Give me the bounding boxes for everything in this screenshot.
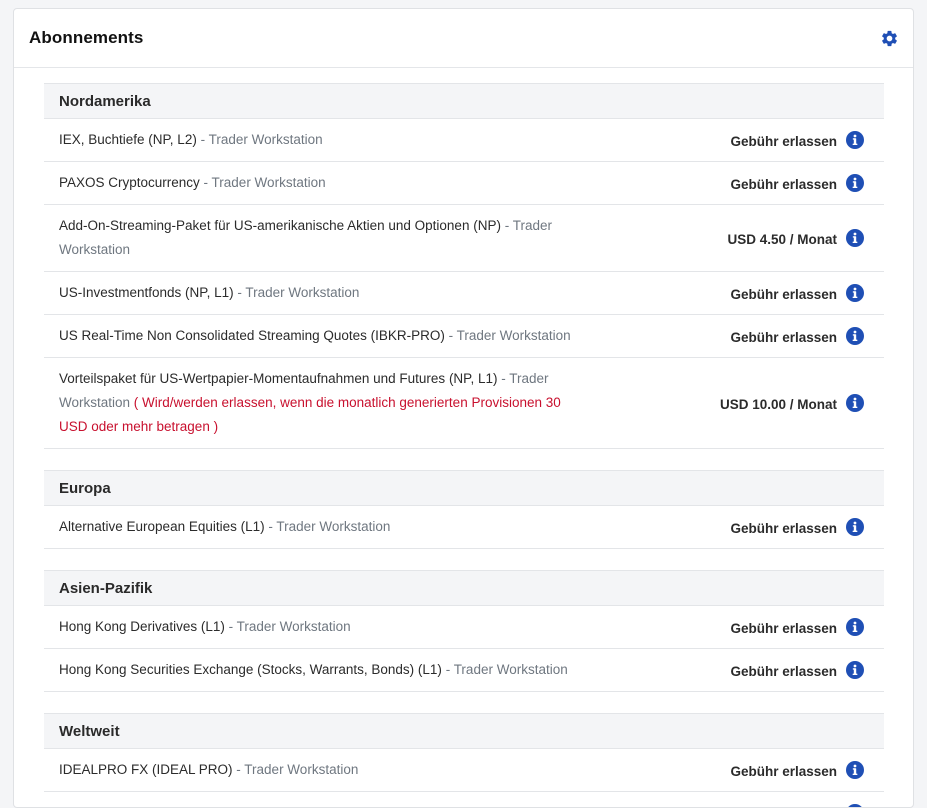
info-icon[interactable] (846, 174, 864, 192)
subscription-description: Vorteilspaket für US-Wertpapier-Momentau… (59, 367, 584, 439)
subscription-fee: Gebühr erlassen (730, 177, 837, 192)
info-icon[interactable] (846, 518, 864, 536)
fee-area: Gebühr erlassen (730, 518, 864, 536)
subscription-name: Hong Kong Derivatives (L1) (59, 619, 225, 634)
subscription-row: US Real-Time Non Consolidated Streaming … (44, 315, 884, 358)
section-header: Europa (44, 470, 884, 506)
subscription-platform: - Trader Workstation (225, 619, 351, 634)
subscription-platform: - Trader Workstation (234, 285, 360, 300)
fee-area: USD 10.00 / Monat (720, 394, 864, 412)
fee-area: Gebühr erlassen (730, 761, 864, 779)
subscription-note: ( Wird/werden erlassen, wenn die monatli… (59, 395, 561, 434)
info-icon[interactable] (846, 394, 864, 412)
section-header: Asien-Pazifik (44, 570, 884, 606)
subscription-fee: Gebühr erlassen (730, 521, 837, 536)
subscription-name: Hong Kong Securities Exchange (Stocks, W… (59, 662, 442, 677)
subscription-platform: - Trader Workstation (200, 175, 326, 190)
fee-area: USD 4.50 / Monat (727, 229, 864, 247)
info-icon[interactable] (846, 229, 864, 247)
fee-area: Gebühr erlassen (730, 661, 864, 679)
subscription-platform: - Trader Workstation (445, 328, 571, 343)
info-icon[interactable] (846, 761, 864, 779)
subscription-name: Vorteilspaket für US-Wertpapier-Momentau… (59, 371, 497, 386)
panel-title: Abonnements (29, 28, 143, 48)
subscription-fee: USD 10.00 / Monat (720, 397, 837, 412)
subscription-fee: Gebühr erlassen (730, 134, 837, 149)
subscription-name: US-Investmentfonds (NP, L1) (59, 285, 234, 300)
section-header: Nordamerika (44, 83, 884, 119)
info-icon[interactable] (846, 327, 864, 345)
subscription-fee: USD 4.50 / Monat (727, 232, 837, 247)
subscription-row: PAXOS Cryptocurrency - Trader Workstatio… (44, 162, 884, 205)
subscription-row: Alternative European Equities (L1) - Tra… (44, 506, 884, 549)
fee-area: Gebühr erlassen (730, 618, 864, 636)
subscription-description: Hong Kong Securities Exchange (Stocks, W… (59, 658, 584, 682)
subscription-description: Alternative European Equities (L1) - Tra… (59, 515, 584, 539)
section-header: Weltweit (44, 713, 884, 749)
info-icon[interactable] (846, 804, 864, 808)
section-1: Europa Alternative European Equities (L1)… (44, 470, 884, 549)
subscription-description: Add-On-Streaming-Paket für US-amerikanis… (59, 214, 584, 262)
subscription-platform: - Trader Workstation (233, 762, 359, 777)
subscription-fee: Gebühr erlassen (730, 764, 837, 779)
subscription-name: PAXOS Cryptocurrency (59, 175, 200, 190)
subscription-platform: - Trader Workstation (442, 662, 568, 677)
info-icon[interactable] (846, 284, 864, 302)
section-2: Asien-Pazifik Hong Kong Derivatives (L1) … (44, 570, 884, 692)
subscription-row: US-amerikanische und europäische Anleihe… (44, 792, 884, 808)
subscription-row: Hong Kong Securities Exchange (Stocks, W… (44, 649, 884, 692)
subscription-description: IEX, Buchtiefe (NP, L2) - Trader Worksta… (59, 128, 584, 152)
subscription-fee: Gebühr erlassen (730, 621, 837, 636)
section-0: Nordamerika IEX, Buchtiefe (NP, L2) - Tra… (44, 83, 884, 449)
subscription-name: Add-On-Streaming-Paket für US-amerikanis… (59, 218, 501, 233)
subscription-row: Add-On-Streaming-Paket für US-amerikanis… (44, 205, 884, 272)
subscription-platform: - Trader Workstation (265, 519, 391, 534)
subscription-fee: Gebühr erlassen (730, 664, 837, 679)
subscription-description: US-amerikanische und europäische Anleihe… (59, 801, 584, 808)
subscription-name: US Real-Time Non Consolidated Streaming … (59, 328, 445, 343)
subscription-description: US-Investmentfonds (NP, L1) - Trader Wor… (59, 281, 584, 305)
gear-icon[interactable] (879, 28, 899, 48)
info-icon[interactable] (846, 618, 864, 636)
subscription-list: Nordamerika IEX, Buchtiefe (NP, L2) - Tra… (14, 68, 913, 808)
subscription-row: Vorteilspaket für US-Wertpapier-Momentau… (44, 358, 884, 449)
panel-header: Abonnements (14, 9, 913, 68)
section-3: Weltweit IDEALPRO FX (IDEAL PRO) - Trader… (44, 713, 884, 808)
subscription-row: IEX, Buchtiefe (NP, L2) - Trader Worksta… (44, 119, 884, 162)
subscription-fee: Gebühr erlassen (730, 330, 837, 345)
info-icon[interactable] (846, 131, 864, 149)
subscription-description: IDEALPRO FX (IDEAL PRO) - Trader Worksta… (59, 758, 584, 782)
subscription-platform: - Trader Workstation (197, 132, 323, 147)
subscription-name: Alternative European Equities (L1) (59, 519, 265, 534)
fee-area: Gebühr erlassen (730, 327, 864, 345)
info-icon[interactable] (846, 661, 864, 679)
fee-area: Gebühr erlassen (730, 131, 864, 149)
subscription-row: US-Investmentfonds (NP, L1) - Trader Wor… (44, 272, 884, 315)
subscription-fee: Gebühr erlassen (730, 287, 837, 302)
fee-area: Gebühr erlassen (730, 804, 864, 808)
subscription-name: IEX, Buchtiefe (NP, L2) (59, 132, 197, 147)
subscription-description: US Real-Time Non Consolidated Streaming … (59, 324, 584, 348)
subscription-name: IDEALPRO FX (IDEAL PRO) (59, 762, 233, 777)
fee-area: Gebühr erlassen (730, 174, 864, 192)
subscriptions-panel: Abonnements Nordamerika IEX, Buchtiefe (N… (13, 8, 914, 808)
fee-area: Gebühr erlassen (730, 284, 864, 302)
subscription-description: Hong Kong Derivatives (L1) - Trader Work… (59, 615, 584, 639)
subscription-row: Hong Kong Derivatives (L1) - Trader Work… (44, 606, 884, 649)
subscription-description: PAXOS Cryptocurrency - Trader Workstatio… (59, 171, 584, 195)
subscription-row: IDEALPRO FX (IDEAL PRO) - Trader Worksta… (44, 749, 884, 792)
